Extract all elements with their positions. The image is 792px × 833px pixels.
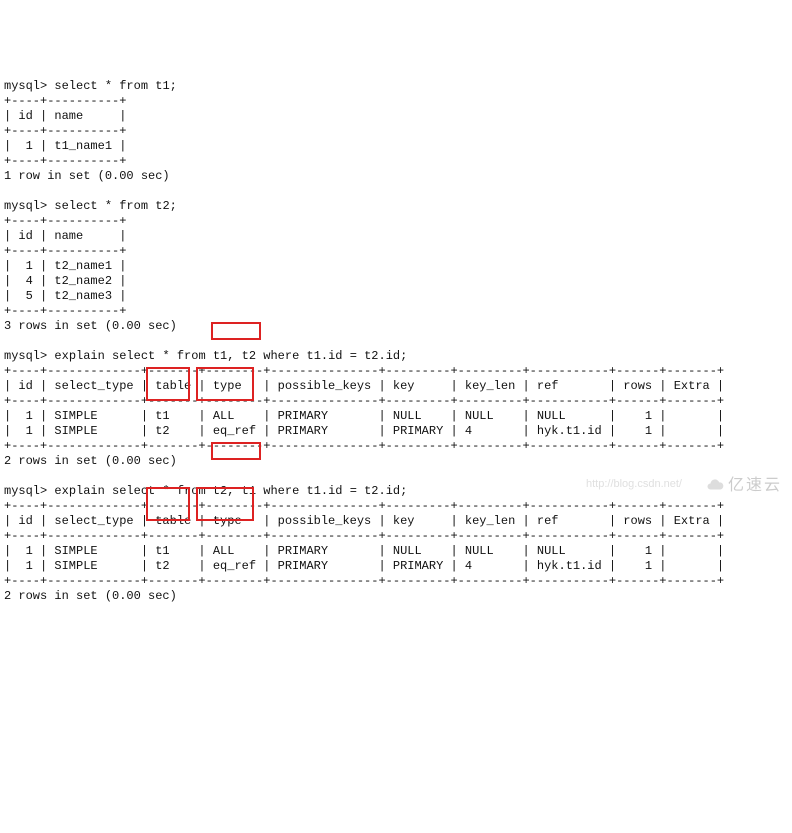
cmd-post: where t1.id = t2.id; xyxy=(256,484,407,498)
table-row: | 4 | t2_name2 | xyxy=(4,274,126,288)
highlight-box-table-col xyxy=(146,367,190,401)
sql-command: select * from t2; xyxy=(54,199,176,213)
table-sep: +----+----------+ xyxy=(4,244,126,258)
table-sep: +----+----------+ xyxy=(4,304,126,318)
highlight-box-type-col xyxy=(196,487,254,521)
cloud-icon xyxy=(706,476,724,494)
table-sep: +----+----------+ xyxy=(4,94,126,108)
table-header: | id | name | xyxy=(4,229,126,243)
table-row: | 1 | SIMPLE | t1 | ALL | PRIMARY | NULL… xyxy=(4,544,724,558)
prompt: mysql> xyxy=(4,349,47,363)
table-sep: +----+-------------+-------+--------+---… xyxy=(4,439,724,453)
table-sep: +----+----------+ xyxy=(4,154,126,168)
terminal-output: mysql> select * from t1; +----+---------… xyxy=(4,64,788,709)
table-row: | 1 | SIMPLE | t2 | eq_ref | PRIMARY | P… xyxy=(4,424,724,438)
table-row: | 1 | SIMPLE | t1 | ALL | PRIMARY | NULL… xyxy=(4,409,724,423)
prompt: mysql> xyxy=(4,484,47,498)
cmd-pre: explain select * from xyxy=(54,349,212,363)
watermark-logo: 亿速云 xyxy=(706,476,782,494)
prompt: mysql> xyxy=(4,199,47,213)
table-sep: +----+-------------+-------+--------+---… xyxy=(4,394,724,408)
table-header: | id | select_type | table | type | poss… xyxy=(4,379,724,393)
table-sep: +----+-------------+-------+--------+---… xyxy=(4,574,724,588)
table-row: | 1 | SIMPLE | t2 | eq_ref | PRIMARY | P… xyxy=(4,559,724,573)
highlight-box-type-col xyxy=(196,367,254,401)
table-sep: +----+-------------+-------+--------+---… xyxy=(4,529,724,543)
result-footer: 3 rows in set (0.00 sec) xyxy=(4,319,177,333)
highlight-box-from-clause xyxy=(211,322,261,340)
table-row: | 5 | t2_name3 | xyxy=(4,289,126,303)
highlight-box-from-clause xyxy=(211,442,261,460)
table-header: | id | name | xyxy=(4,109,126,123)
highlight-box-table-col xyxy=(146,487,190,521)
table-header: | id | select_type | table | type | poss… xyxy=(4,514,724,528)
result-footer: 2 rows in set (0.00 sec) xyxy=(4,454,177,468)
table-sep: +----+-------------+-------+--------+---… xyxy=(4,364,724,378)
watermark-url: http://blog.csdn.net/ xyxy=(586,477,682,492)
table-sep: +----+----------+ xyxy=(4,124,126,138)
table-sep: +----+----------+ xyxy=(4,214,126,228)
cmd-post: where t1.id = t2.id; xyxy=(256,349,407,363)
result-footer: 2 rows in set (0.00 sec) xyxy=(4,589,177,603)
table-sep: +----+-------------+-------+--------+---… xyxy=(4,499,724,513)
watermark-text: 亿速云 xyxy=(728,478,782,493)
table-row: | 1 | t1_name1 | xyxy=(4,139,126,153)
cmd-highlight: t1, t2 xyxy=(213,349,256,363)
prompt: mysql> xyxy=(4,79,47,93)
table-row: | 1 | t2_name1 | xyxy=(4,259,126,273)
result-footer: 1 row in set (0.00 sec) xyxy=(4,169,170,183)
sql-command: select * from t1; xyxy=(54,79,176,93)
